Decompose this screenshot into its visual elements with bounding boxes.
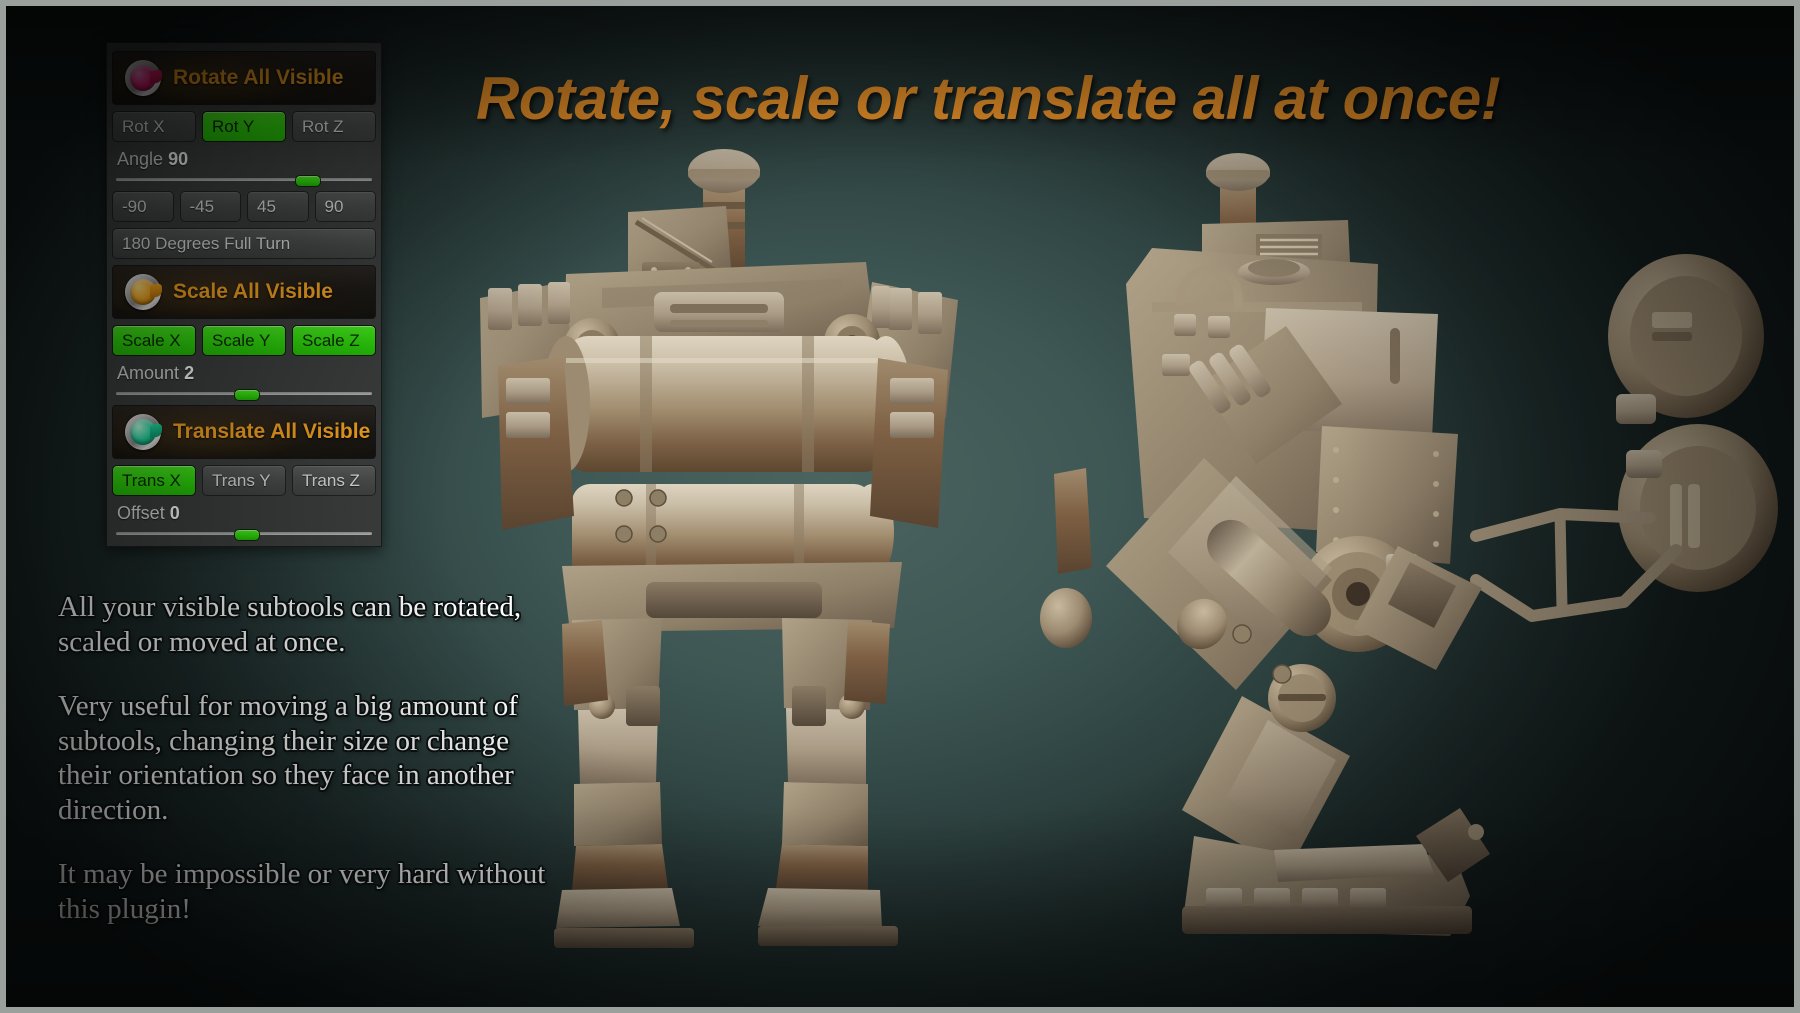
- amount-slider-name: Amount: [117, 363, 180, 383]
- angle-slider-name: Angle: [117, 149, 164, 169]
- 180-degrees-full-turn-button[interactable]: 180 Degrees Full Turn: [112, 228, 376, 259]
- angle-slider[interactable]: Angle 90: [112, 148, 376, 187]
- headline-text: Rotate, scale or translate all at once!: [476, 65, 1501, 132]
- rotate-preset-button-row: -90 -45 45 90: [112, 191, 376, 222]
- scale-section-title: Scale All Visible: [173, 280, 333, 303]
- scale-y-button[interactable]: Scale Y: [202, 325, 286, 356]
- trans-y-button[interactable]: Trans Y: [202, 465, 286, 496]
- rot-y-button[interactable]: Rot Y: [202, 111, 286, 142]
- rot-z-button[interactable]: Rot Z: [292, 111, 376, 142]
- description-paragraph-2: Very useful for moving a big amount of s…: [58, 690, 518, 826]
- rotate-axis-button-row: Rot X Rot Y Rot Z: [112, 111, 376, 142]
- rotate-preset-minus-45-button[interactable]: -45: [179, 191, 241, 222]
- trans-z-button[interactable]: Trans Z: [292, 465, 376, 496]
- offset-slider-label: Offset 0: [112, 502, 376, 528]
- scale-section-header[interactable]: Scale All Visible: [112, 265, 376, 319]
- plugin-panel[interactable]: Rotate All Visible Rot X Rot Y Rot Z Ang…: [106, 42, 382, 547]
- screenshot-stage: Rotate, scale or translate all at once! …: [0, 0, 1800, 1013]
- translate-plugin-knob-icon: [125, 414, 161, 450]
- offset-slider[interactable]: Offset 0: [112, 502, 376, 541]
- amount-slider-label: Amount 2: [112, 362, 376, 388]
- rotate-section-title: Rotate All Visible: [173, 66, 344, 89]
- scale-z-button[interactable]: Scale Z: [292, 325, 376, 356]
- rotate-section-header[interactable]: Rotate All Visible: [112, 51, 376, 105]
- full-turn-button-row: 180 Degrees Full Turn: [112, 228, 376, 259]
- translate-section-title: Translate All Visible: [173, 420, 371, 443]
- rotate-preset-minus-90-button[interactable]: -90: [112, 191, 174, 222]
- rotate-preset-90-button[interactable]: 90: [314, 191, 376, 222]
- rot-x-button[interactable]: Rot X: [112, 111, 196, 142]
- rotate-plugin-knob-icon: [125, 60, 161, 96]
- description-text: All your visible subtools can be rotated…: [58, 590, 558, 926]
- amount-slider-value: 2: [184, 363, 195, 383]
- amount-slider[interactable]: Amount 2: [112, 362, 376, 401]
- offset-slider-value: 0: [169, 503, 180, 523]
- offset-slider-knob[interactable]: [233, 529, 260, 541]
- description-paragraph-1: All your visible subtools can be rotated…: [58, 591, 522, 658]
- offset-slider-name: Offset: [117, 503, 165, 523]
- translate-axis-button-row: Trans X Trans Y Trans Z: [112, 465, 376, 496]
- translate-section-header[interactable]: Translate All Visible: [112, 405, 376, 459]
- amount-slider-track[interactable]: [116, 388, 372, 401]
- trans-x-button[interactable]: Trans X: [112, 465, 196, 496]
- angle-slider-track[interactable]: [116, 174, 372, 187]
- scale-x-button[interactable]: Scale X: [112, 325, 196, 356]
- angle-slider-value: 90: [168, 149, 189, 169]
- amount-slider-knob[interactable]: [233, 389, 260, 401]
- offset-slider-track[interactable]: [116, 528, 372, 541]
- angle-slider-label: Angle 90: [112, 148, 376, 174]
- angle-slider-knob[interactable]: [295, 175, 322, 187]
- scale-plugin-knob-icon: [125, 274, 161, 310]
- scale-axis-button-row: Scale X Scale Y Scale Z: [112, 325, 376, 356]
- rotate-preset-45-button[interactable]: 45: [247, 191, 309, 222]
- description-paragraph-3: It may be impossible or very hard withou…: [58, 858, 546, 925]
- mech-robot-side-view: [1040, 153, 1778, 936]
